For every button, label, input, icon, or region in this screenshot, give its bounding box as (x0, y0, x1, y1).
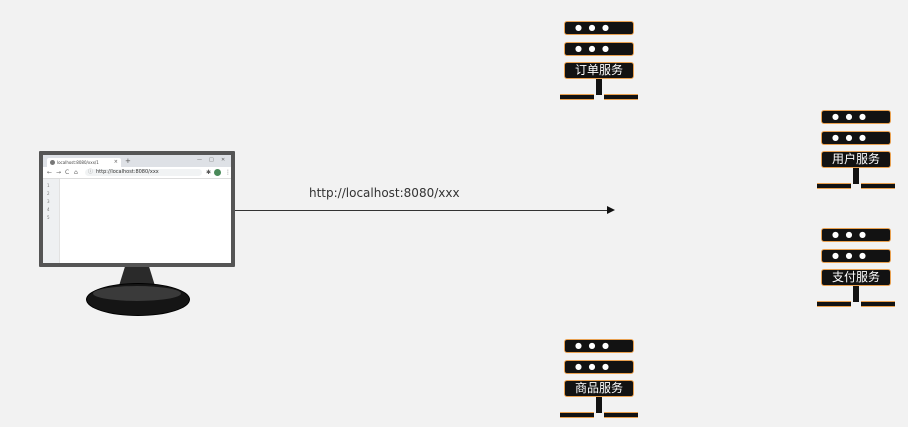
line-number: 5 (47, 215, 50, 220)
order-service-server: ● ● ● ● ● ● 订单服务 (560, 18, 640, 102)
network-bar-right (861, 301, 895, 307)
menu-icon: ⋮ (225, 169, 231, 176)
lock-icon: ⓘ (88, 169, 94, 175)
browser-toolbar: ← → C ⌂ ⓘ http://localhost:8080/xxx ✱ ⋮ (43, 167, 231, 179)
user-service-server: ● ● ● ● ● ● 用户服务 (817, 107, 897, 191)
browser-tab-title: localhost:8080/xxx/1 (57, 160, 99, 165)
network-bar-left (817, 301, 851, 307)
server-rack-unit: ● ● ● (564, 360, 634, 374)
request-arrow-line (235, 210, 607, 211)
address-bar-url: http://localhost:8080/xxx (96, 169, 159, 175)
line-number: 2 (47, 191, 50, 196)
favicon-icon (50, 160, 55, 165)
reload-icon: C (65, 169, 70, 176)
window-close-icon: ✕ (221, 157, 226, 163)
server-label: 支付服务 (821, 269, 891, 286)
network-bar-right (861, 183, 895, 189)
server-label: 用户服务 (821, 151, 891, 168)
server-rack-unit: ● ● ● (821, 228, 891, 242)
network-bar-right (604, 412, 638, 418)
server-label: 商品服务 (564, 380, 634, 397)
request-url-label: http://localhost:8080/xxx (309, 186, 460, 200)
minimize-icon: — (197, 157, 202, 163)
server-stem (596, 79, 602, 95)
browser-window: localhost:8080/xxx/1 × + — □ ✕ ← → C ⌂ ⓘ… (43, 155, 231, 263)
network-bar-left (817, 183, 851, 189)
product-service-server: ● ● ● ● ● ● 商品服务 (560, 336, 640, 420)
maximize-icon: □ (209, 157, 214, 163)
server-stem (596, 397, 602, 413)
home-icon: ⌂ (74, 169, 78, 176)
network-bar-right (604, 94, 638, 100)
payment-service-server: ● ● ● ● ● ● 支付服务 (817, 225, 897, 309)
tab-close-icon: × (113, 159, 118, 165)
server-rack-unit: ● ● ● (564, 21, 634, 35)
extension-icon: ✱ (206, 169, 212, 176)
forward-icon: → (56, 169, 62, 176)
network-bar-left (560, 94, 594, 100)
client-monitor: localhost:8080/xxx/1 × + — □ ✕ ← → C ⌂ ⓘ… (39, 151, 235, 316)
server-stem (853, 168, 859, 184)
monitor-bezel: localhost:8080/xxx/1 × + — □ ✕ ← → C ⌂ ⓘ… (39, 151, 235, 267)
network-bar-left (560, 412, 594, 418)
server-rack-unit: ● ● ● (821, 131, 891, 145)
line-number: 1 (47, 183, 50, 188)
server-rack-unit: ● ● ● (564, 339, 634, 353)
line-number: 4 (47, 207, 50, 212)
server-label: 订单服务 (564, 62, 634, 79)
server-rack-unit: ● ● ● (821, 110, 891, 124)
server-rack-unit: ● ● ● (821, 249, 891, 263)
browser-tab-bar: localhost:8080/xxx/1 × + — □ ✕ (43, 155, 231, 167)
server-rack-unit: ● ● ● (564, 42, 634, 56)
line-number-gutter: 1 2 3 4 5 (43, 179, 60, 263)
request-arrowhead-icon (607, 206, 615, 214)
address-bar: ⓘ http://localhost:8080/xxx (85, 169, 202, 176)
profile-icon (214, 169, 221, 176)
monitor-stand-highlight (93, 286, 181, 301)
server-stem (853, 286, 859, 302)
browser-tab: localhost:8080/xxx/1 × (47, 158, 121, 167)
line-number: 3 (47, 199, 50, 204)
new-tab-icon: + (125, 157, 131, 165)
back-icon: ← (47, 169, 53, 176)
